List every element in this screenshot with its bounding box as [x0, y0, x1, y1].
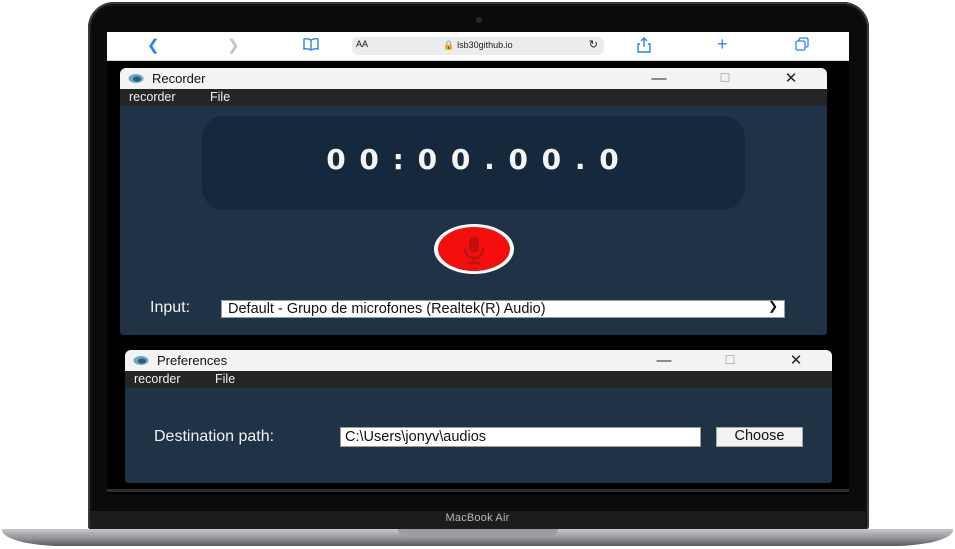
- lock-icon: 🔒: [443, 40, 455, 50]
- url-text: 🔒 lsb30github.io: [352, 40, 604, 51]
- device-model-label: MacBook Air: [445, 512, 510, 524]
- menu-file[interactable]: File: [215, 372, 235, 386]
- window-title: Recorder: [152, 71, 206, 86]
- url-value: lsb30github.io: [457, 40, 513, 50]
- minimize-icon[interactable]: —: [649, 350, 679, 371]
- destination-path-input[interactable]: C:\Users\jonyv\audios: [340, 427, 701, 447]
- preferences-titlebar: Preferences — ☐ ✕: [125, 350, 832, 371]
- app-logo-icon: [133, 356, 149, 365]
- chevron-down-icon: ❯: [767, 299, 778, 313]
- tabs-icon[interactable]: [795, 37, 809, 56]
- bookmarks-icon[interactable]: [303, 37, 319, 56]
- new-tab-icon[interactable]: +: [717, 35, 728, 53]
- browser-toolbar: ❮ ❯ AA 🔒 lsb30github.io ↻ +: [107, 32, 849, 61]
- destination-path-value: C:\Users\jonyv\audios: [345, 429, 487, 445]
- menu-recorder[interactable]: recorder: [129, 90, 176, 104]
- destination-path-label: Destination path:: [154, 428, 275, 445]
- camera-icon: [476, 17, 482, 23]
- laptop-notch: [398, 529, 558, 537]
- close-icon[interactable]: ✕: [776, 68, 806, 89]
- recorder-menubar: recorder File: [120, 89, 827, 106]
- maximize-icon[interactable]: ☐: [710, 68, 740, 89]
- forward-icon[interactable]: ❯: [227, 37, 240, 55]
- preferences-window: Preferences — ☐ ✕ recorder File Destinat…: [125, 350, 832, 483]
- share-icon[interactable]: [637, 37, 651, 58]
- microphone-icon: [463, 236, 485, 265]
- back-icon[interactable]: ❮: [147, 37, 160, 55]
- input-label: Input:: [150, 299, 191, 316]
- laptop-screen: ❮ ❯ AA 🔒 lsb30github.io ↻ + Recorder — ☐…: [107, 32, 849, 494]
- screen-bottom-edge: [107, 489, 849, 492]
- reload-icon[interactable]: ↻: [589, 38, 598, 51]
- choose-button[interactable]: Choose: [716, 427, 803, 447]
- url-bar[interactable]: AA 🔒 lsb30github.io ↻: [352, 37, 604, 55]
- minimize-icon[interactable]: —: [644, 68, 674, 89]
- menu-recorder[interactable]: recorder: [134, 372, 181, 386]
- record-button[interactable]: [434, 224, 514, 274]
- input-device-value: Default - Grupo de microfones (Realtek(R…: [228, 301, 546, 317]
- close-icon[interactable]: ✕: [781, 350, 811, 371]
- preferences-menubar: recorder File: [125, 371, 832, 388]
- maximize-icon[interactable]: ☐: [715, 350, 745, 371]
- window-title: Preferences: [157, 353, 228, 368]
- recorder-titlebar: Recorder — ☐ ✕: [120, 68, 827, 89]
- timer-display: 0 0 : 0 0 . 0 0 . 0: [202, 116, 745, 210]
- recorder-window: Recorder — ☐ ✕ recorder File 0 0 : 0 0 .…: [120, 68, 827, 335]
- menu-file[interactable]: File: [210, 90, 230, 104]
- record-button-fill: [438, 227, 510, 271]
- timer-value: 0 0 : 0 0 . 0 0 . 0: [326, 143, 621, 176]
- input-device-select[interactable]: Default - Grupo de microfones (Realtek(R…: [221, 299, 785, 318]
- app-logo-icon: [128, 74, 144, 83]
